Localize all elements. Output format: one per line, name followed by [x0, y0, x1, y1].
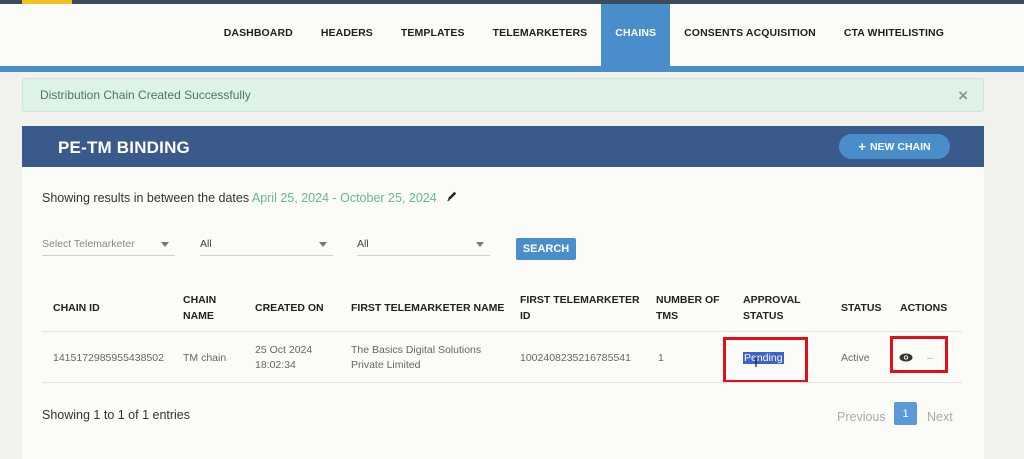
cell-created-date: 25 Oct 2024	[255, 344, 313, 356]
navbar-underline	[0, 66, 1024, 72]
nav-item-templates[interactable]: TEMPLATES	[387, 4, 479, 66]
chevron-down-icon	[161, 242, 169, 247]
cell-first-tm-name-line1: The Basics Digital Solutions	[351, 344, 482, 356]
col-header-first-tm-id[interactable]: FIRST TELEMARKETER ID	[520, 292, 640, 324]
cell-number-of-tms: 1	[658, 352, 664, 364]
date-range-line: Showing results in between the dates Apr…	[42, 190, 458, 205]
nav-item-cta-whitelisting[interactable]: CTA WHITELISTING	[830, 4, 1024, 66]
cell-created-on: 25 Oct 2024 18:02:34	[255, 343, 312, 373]
new-chain-button[interactable]: + NEW CHAIN	[839, 134, 950, 159]
chevron-down-icon	[319, 242, 327, 247]
nav-item-chains[interactable]: CHAINS	[601, 4, 671, 66]
col-header-chain-name[interactable]: CHAIN NAME	[183, 292, 216, 324]
filter-select-3-value: All	[357, 238, 369, 250]
col-header-number-of-tms[interactable]: NUMBER OF TMS	[656, 292, 720, 324]
cell-chain-id: 1415172985955438502	[53, 352, 164, 364]
col-header-first-tm-id-line2: ID	[520, 310, 531, 322]
cell-first-tm-id: 1002408235216785541	[520, 352, 631, 364]
col-header-created-on[interactable]: CREATED ON	[255, 300, 324, 316]
nav-items: DASHBOARD HEADERS TEMPLATES TELEMARKETER…	[210, 4, 1024, 66]
col-header-chain-id[interactable]: CHAIN ID	[53, 300, 100, 316]
card-header: PE-TM BINDING + NEW CHAIN	[22, 126, 984, 167]
nav-item-headers[interactable]: HEADERS	[307, 4, 387, 66]
nav-item-consents-acquisition[interactable]: CONSENTS ACQUISITION	[670, 4, 830, 66]
col-header-chain-name-line2: NAME	[183, 310, 214, 322]
page-title: PE-TM BINDING	[58, 138, 190, 157]
nav-item-dashboard[interactable]: DASHBOARD	[210, 4, 307, 66]
previous-page-button[interactable]: Previous	[837, 410, 886, 424]
success-alert: Distribution Chain Created Successfully …	[22, 78, 984, 112]
cell-status: Active	[841, 352, 870, 364]
filter-select-2[interactable]: All	[200, 234, 333, 256]
date-range-value[interactable]: April 25, 2024 - October 25, 2024	[252, 191, 437, 205]
chains-card: PE-TM BINDING + NEW CHAIN Showing result…	[22, 126, 984, 459]
date-range-prefix: Showing results in between the dates	[42, 191, 252, 205]
cell-first-tm-name: The Basics Digital Solutions Private Lim…	[351, 343, 481, 373]
table-divider	[42, 382, 962, 383]
cell-created-time: 18:02:34	[255, 359, 296, 371]
telemarketer-select-placeholder: Select Telemarketer	[42, 238, 135, 250]
cell-first-tm-name-line2: Private Limited	[351, 359, 421, 371]
chevron-down-icon	[476, 242, 484, 247]
filter-select-3[interactable]: All	[357, 234, 490, 256]
highlight-approval-status	[723, 337, 808, 383]
col-header-number-of-tms-line2: TMS	[656, 310, 679, 322]
cell-chain-name: TM chain	[183, 352, 227, 364]
close-icon[interactable]: ×	[958, 86, 968, 106]
highlight-actions	[890, 336, 948, 373]
col-header-approval-status-line1: APPROVAL	[743, 294, 801, 306]
page-1-button[interactable]: 1	[894, 402, 917, 425]
main-navbar: DASHBOARD HEADERS TEMPLATES TELEMARKETER…	[0, 4, 1024, 66]
nav-item-telemarketers[interactable]: TELEMARKETERS	[479, 4, 602, 66]
col-header-first-tm-id-line1: FIRST TELEMARKETER	[520, 294, 640, 306]
col-header-actions: ACTIONS	[900, 302, 948, 314]
table-divider	[42, 331, 962, 332]
entries-info: Showing 1 to 1 of 1 entries	[42, 408, 191, 422]
col-header-approval-status[interactable]: APPROVAL STATUS	[743, 292, 801, 324]
pencil-icon[interactable]	[446, 190, 458, 202]
col-header-approval-status-line2: STATUS	[743, 310, 784, 322]
alert-message: Distribution Chain Created Successfully	[40, 88, 251, 102]
col-header-status[interactable]: STATUS	[841, 300, 881, 316]
new-chain-label: NEW CHAIN	[869, 140, 931, 153]
col-header-first-tm-name[interactable]: FIRST TELEMARKETER NAME	[351, 300, 504, 316]
next-page-button[interactable]: Next	[927, 410, 953, 424]
plus-icon: +	[858, 139, 866, 154]
search-button[interactable]: SEARCH	[516, 238, 576, 260]
filter-select-2-value: All	[200, 238, 212, 250]
col-header-number-of-tms-line1: NUMBER OF	[656, 294, 720, 306]
col-header-chain-name-line1: CHAIN	[183, 294, 217, 306]
telemarketer-select[interactable]: Select Telemarketer	[42, 234, 175, 256]
